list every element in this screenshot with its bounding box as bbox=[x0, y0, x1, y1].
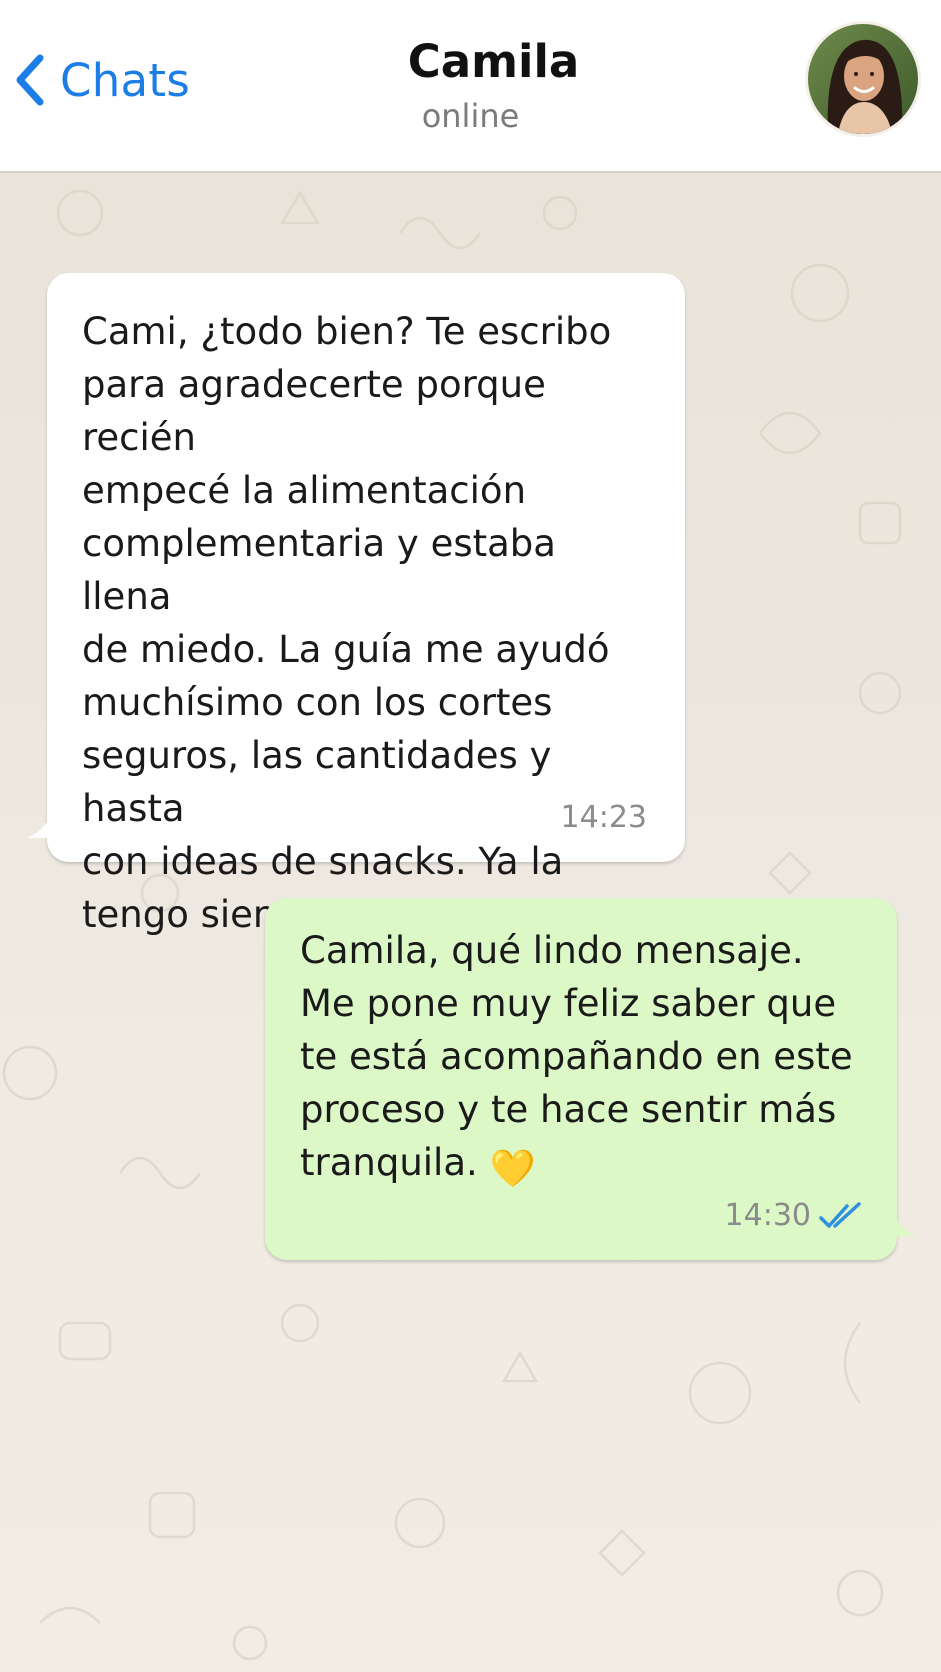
chat-header: Chats Camila online bbox=[0, 0, 941, 173]
message-meta: 14:30 bbox=[725, 1189, 867, 1242]
message-time: 14:23 bbox=[560, 800, 647, 835]
message-meta: 14:23 bbox=[561, 791, 647, 844]
contact-info[interactable]: Camila online bbox=[0, 30, 941, 138]
message-text: Cami, ¿todo bien? Te escribo para agrade… bbox=[82, 310, 612, 936]
yellow-heart-emoji-icon: 💛 bbox=[489, 1147, 536, 1190]
message-time: 14:30 bbox=[724, 1198, 811, 1233]
message-text: Camila, qué lindo mensaje. Me pone muy f… bbox=[300, 929, 853, 1184]
chat-area[interactable]: Cami, ¿todo bien? Te escribo para agrade… bbox=[0, 173, 941, 1672]
avatar[interactable] bbox=[805, 21, 921, 137]
outgoing-message[interactable]: Camila, qué lindo mensaje. Me pone muy f… bbox=[265, 898, 917, 1260]
bubble-tail bbox=[27, 812, 53, 838]
incoming-message[interactable]: Cami, ¿todo bien? Te escribo para agrade… bbox=[27, 273, 685, 942]
avatar-photo bbox=[808, 24, 918, 134]
contact-status: online bbox=[421, 97, 520, 135]
bubble-tail bbox=[891, 1210, 917, 1236]
double-check-icon bbox=[819, 1201, 861, 1228]
